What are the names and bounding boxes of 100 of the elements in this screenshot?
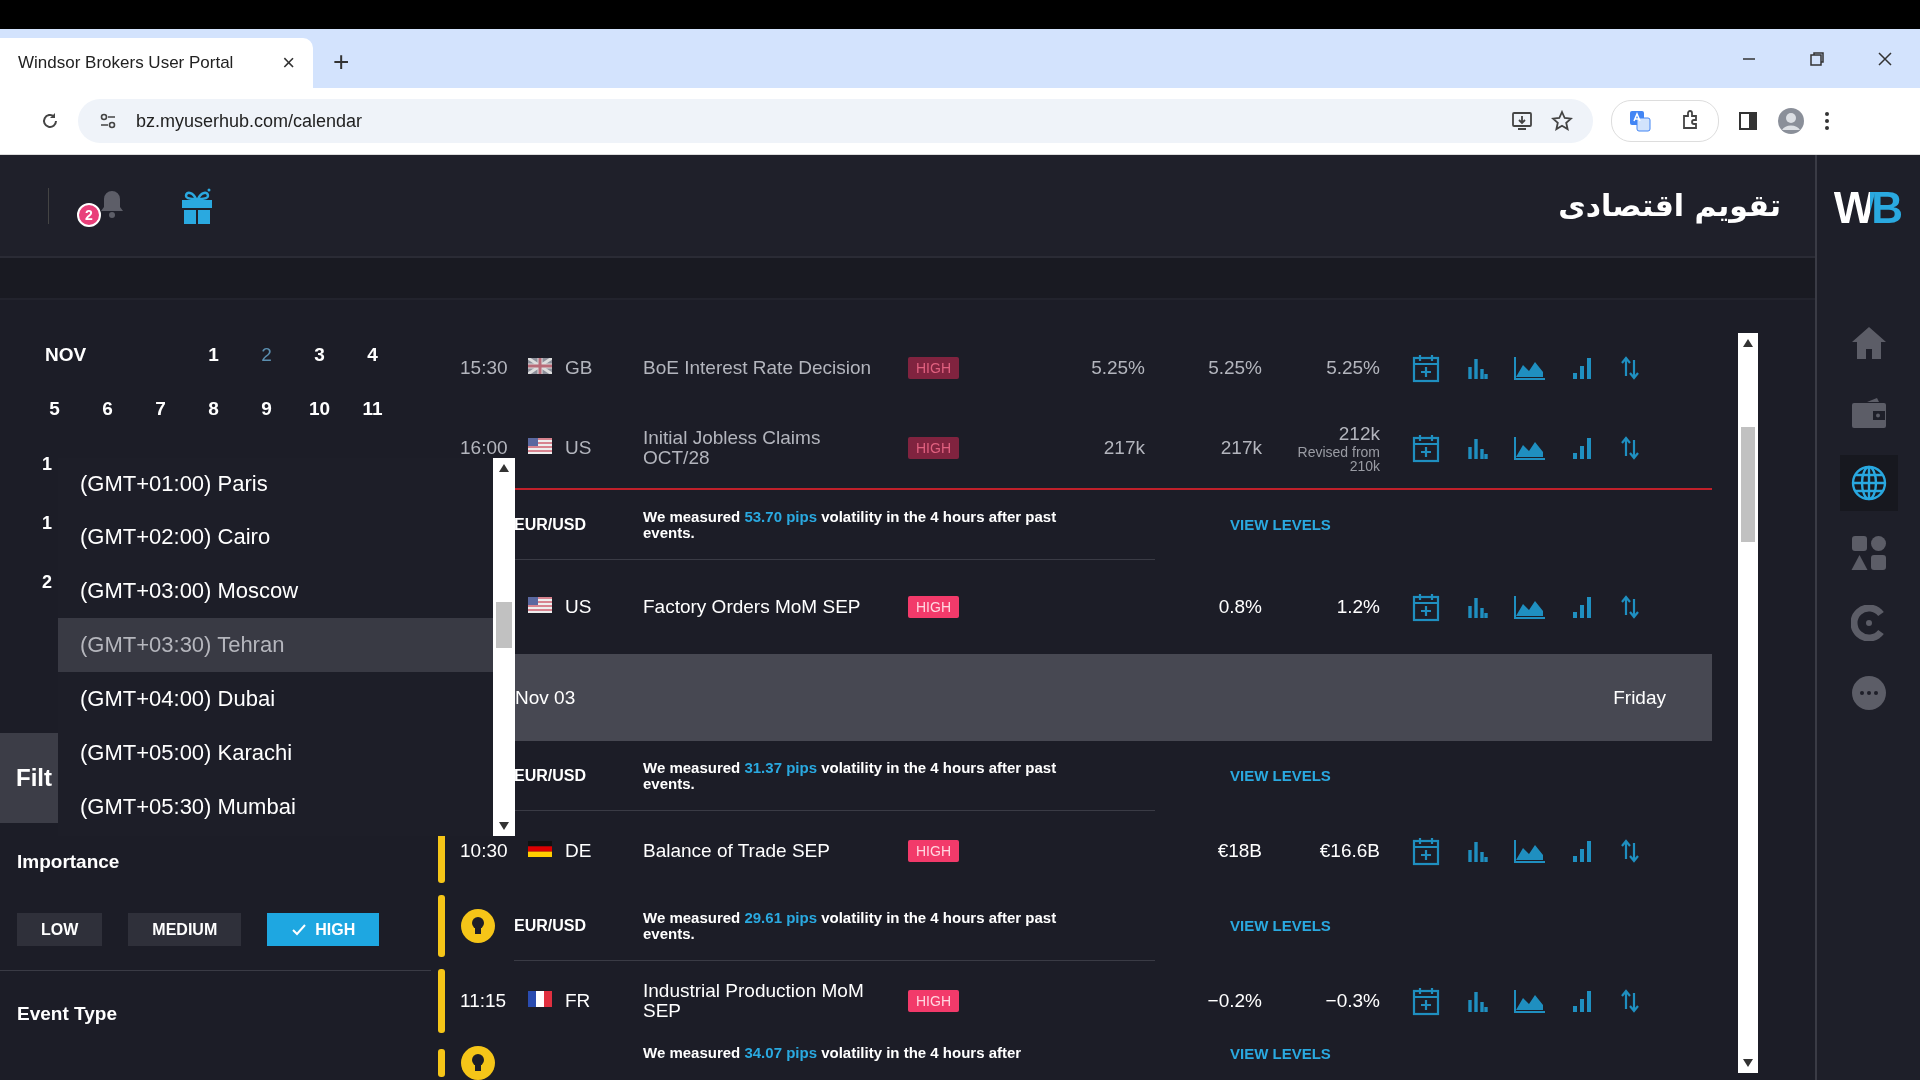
sort-arrows-icon[interactable]	[1620, 989, 1640, 1013]
currency-pair: EUR/USD	[514, 515, 586, 533]
calendar-month: NOV	[44, 344, 88, 366]
calendar-day[interactable]: 1	[187, 344, 240, 366]
close-icon[interactable]	[1877, 50, 1893, 67]
sort-arrows-icon[interactable]	[1620, 356, 1640, 380]
event-time: 11:15	[460, 990, 507, 1011]
pips-link[interactable]: 31.37 pips	[744, 758, 817, 776]
scroll-down-icon[interactable]	[1743, 1059, 1753, 1067]
calendar-add-icon[interactable]	[1412, 353, 1440, 383]
calendar-add-icon[interactable]	[1412, 592, 1440, 622]
calendar-add-icon[interactable]	[1412, 986, 1440, 1016]
country-code: US	[565, 596, 593, 618]
scroll-thumb[interactable]	[1741, 427, 1755, 542]
bar-chart-icon[interactable]	[1466, 990, 1488, 1012]
importance-badge: HIGH	[908, 596, 959, 618]
view-levels-link[interactable]: VIEW LEVELS	[1230, 917, 1331, 934]
address-field[interactable]: bz.myuserhub.com/calendar	[78, 99, 1593, 143]
signal-bars-icon[interactable]	[1572, 357, 1594, 379]
pips-link[interactable]: 34.07 pips	[744, 1044, 817, 1061]
event-name[interactable]: BoE Interest Rate Decision	[643, 358, 883, 378]
signal-bars-icon[interactable]	[1572, 840, 1594, 862]
previous-value: 212k	[1338, 423, 1380, 445]
event-name[interactable]: Industrial Production MoM SEP	[643, 981, 883, 1021]
actual-value: 5.25%	[1091, 357, 1145, 379]
pips-link[interactable]: 29.61 pips	[744, 908, 817, 926]
view-levels-link[interactable]: VIEW LEVELS	[1230, 767, 1331, 784]
view-levels-link[interactable]: VIEW LEVELS	[1230, 1045, 1331, 1062]
filter-tab[interactable]: Filt	[0, 733, 58, 823]
area-chart-icon[interactable]	[1514, 356, 1546, 380]
timezone-option[interactable]: (GMT+02:00) Cairo	[58, 510, 493, 564]
calendar-day[interactable]: 4	[346, 344, 399, 366]
calendar-day[interactable]: 7	[134, 398, 187, 420]
calendar-day[interactable]: 8	[187, 398, 240, 420]
tab-close-button[interactable]: ×	[282, 50, 295, 76]
event-name[interactable]: Factory Orders MoM SEP	[643, 597, 883, 617]
sort-arrows-icon[interactable]	[1620, 839, 1640, 863]
calendar-day[interactable]: 5	[28, 398, 81, 420]
calendar-day[interactable]: 10	[293, 398, 346, 420]
site-info-icon[interactable]	[98, 111, 118, 131]
volatility-note: We measured 29.61 pips volatility in the 4 hours after past events.	[643, 909, 1058, 942]
row-number: 2	[42, 572, 52, 593]
importance-toggle[interactable]: MEDIUM	[128, 913, 242, 946]
calendar-day[interactable]: 2	[240, 344, 293, 366]
browser-tab[interactable]: Windsor Brokers User Portal ×	[0, 38, 313, 88]
bar-chart-icon[interactable]	[1466, 437, 1488, 459]
reload-icon[interactable]	[40, 111, 60, 131]
translate-icon[interactable]	[1628, 109, 1652, 133]
scrollbar[interactable]	[1738, 333, 1758, 1073]
sort-arrows-icon[interactable]	[1620, 436, 1640, 460]
area-chart-icon[interactable]	[1514, 436, 1546, 460]
new-tab-button[interactable]: +	[333, 46, 350, 78]
calendar-day[interactable]: 6	[81, 398, 134, 420]
scroll-up-icon[interactable]	[1743, 339, 1753, 347]
timezone-option[interactable]: (GMT+05:30) Mumbai	[58, 780, 493, 834]
scroll-up-icon[interactable]	[499, 464, 509, 472]
event-name[interactable]: Initial Jobless Claims OCT/28	[643, 428, 883, 468]
pips-link[interactable]: 53.70 pips	[744, 507, 817, 525]
bar-chart-icon[interactable]	[1466, 357, 1488, 379]
nav-item[interactable]	[1839, 455, 1898, 511]
importance-toggle[interactable]: LOW	[17, 913, 103, 946]
timezone-option[interactable]: (GMT+03:30) Tehran	[58, 618, 493, 672]
install-icon[interactable]	[1511, 110, 1533, 132]
view-levels-link[interactable]: VIEW LEVELS	[1230, 516, 1331, 533]
calendar-day[interactable]: 9	[240, 398, 293, 420]
signal-bars-icon[interactable]	[1572, 596, 1594, 618]
menu-icon[interactable]	[1823, 110, 1831, 132]
calendar-add-icon[interactable]	[1412, 433, 1440, 463]
event-name[interactable]: Balance of Trade SEP	[643, 841, 883, 861]
dropdown-scrollbar[interactable]	[493, 458, 515, 836]
area-chart-icon[interactable]	[1514, 595, 1546, 619]
previous-value: 5.25%	[1326, 357, 1380, 379]
area-chart-icon[interactable]	[1514, 989, 1546, 1013]
timezone-option[interactable]: (GMT+04:00) Dubai	[58, 672, 493, 726]
importance-badge: HIGH	[908, 990, 959, 1012]
event-type-label: Event Type	[16, 1003, 118, 1025]
profile-avatar[interactable]	[1777, 107, 1805, 135]
scroll-down-icon[interactable]	[499, 822, 509, 830]
timezone-option[interactable]: (GMT+01:00) Paris	[58, 458, 493, 510]
sort-arrows-icon[interactable]	[1620, 595, 1640, 619]
bell-icon[interactable]	[99, 188, 125, 219]
signal-bars-icon[interactable]	[1572, 437, 1594, 459]
signal-bars-icon[interactable]	[1572, 990, 1594, 1012]
more-icon	[1850, 675, 1887, 711]
side-panel-icon[interactable]	[1737, 110, 1759, 132]
restore-icon[interactable]	[1809, 50, 1825, 67]
shapes-icon	[1850, 535, 1887, 571]
bar-chart-icon[interactable]	[1466, 840, 1488, 862]
calendar-add-icon[interactable]	[1412, 836, 1440, 866]
area-chart-icon[interactable]	[1514, 839, 1546, 863]
scroll-thumb[interactable]	[496, 602, 512, 648]
timezone-option[interactable]: (GMT+03:00) Moscow	[58, 564, 493, 618]
volatility-note: We measured 31.37 pips volatility in the 4 hours after past events.	[643, 759, 1058, 792]
flag-icon	[528, 438, 552, 454]
timezone-option[interactable]: (GMT+05:00) Karachi	[58, 726, 493, 780]
importance-badge: HIGH	[908, 437, 959, 459]
star-icon[interactable]	[1551, 110, 1573, 132]
bar-chart-icon[interactable]	[1466, 596, 1488, 618]
calendar-day[interactable]: 11	[346, 398, 399, 420]
calendar-day[interactable]: 3	[293, 344, 346, 366]
